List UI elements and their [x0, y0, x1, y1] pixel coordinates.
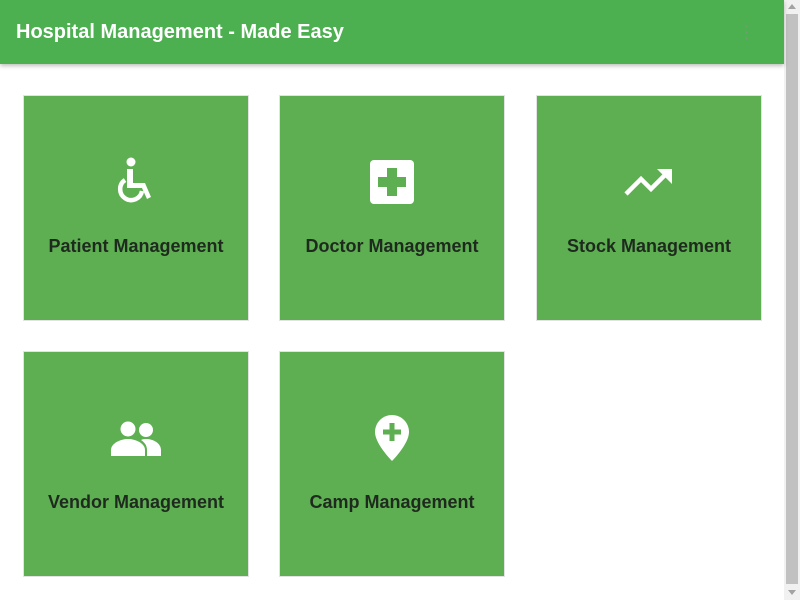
trending-up-icon	[537, 156, 761, 208]
scroll-down-arrow-icon[interactable]	[788, 590, 796, 595]
tile-label: Doctor Management	[305, 236, 479, 256]
app-title: Hospital Management - Made Easy	[16, 21, 344, 43]
menu-dot	[744, 36, 748, 40]
add-location-icon	[280, 412, 504, 464]
scroll-thumb[interactable]	[786, 14, 798, 584]
medical-cross-icon	[280, 156, 504, 208]
tile-stock-management[interactable]: Stock Management	[536, 95, 762, 321]
tile-label: Camp Management	[309, 492, 475, 512]
more-vert-icon[interactable]	[736, 20, 756, 44]
tile-patient-management[interactable]: Patient Management	[23, 95, 249, 321]
tile-label: Patient Management	[48, 236, 224, 256]
menu-dot	[744, 30, 748, 34]
vertical-scrollbar[interactable]	[784, 0, 800, 600]
menu-dot	[744, 24, 748, 28]
tile-vendor-management[interactable]: Vendor Management	[23, 351, 249, 577]
scroll-up-arrow-icon[interactable]	[788, 4, 796, 9]
tile-camp-management[interactable]: Camp Management	[279, 351, 505, 577]
people-icon	[24, 412, 248, 464]
tile-doctor-management[interactable]: Doctor Management	[279, 95, 505, 321]
app-bar: Hospital Management - Made Easy	[0, 0, 784, 64]
wheelchair-icon	[24, 156, 248, 208]
tile-label: Stock Management	[566, 236, 732, 256]
tile-label: Vendor Management	[47, 492, 225, 512]
